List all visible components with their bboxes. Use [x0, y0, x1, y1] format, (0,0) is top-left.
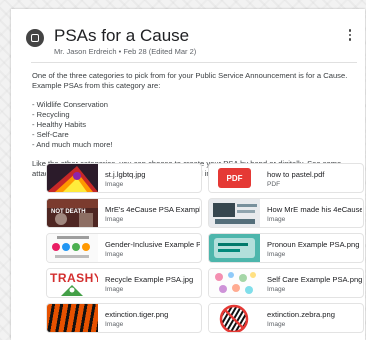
attachment-card[interactable]: extinction.tiger.png Image [46, 303, 202, 333]
image-thumbnail: TRASHY [47, 269, 98, 297]
attachment-type: Image [105, 321, 124, 328]
post-card: PSAs for a Cause Mr. Jason Erdreich • Fe… [11, 9, 365, 340]
attachment-card[interactable]: Gender-Inclusive Example P... Image [46, 233, 202, 263]
attachment-card[interactable]: Self Care Example PSA.png Image [208, 268, 364, 298]
attachment-card[interactable]: extinction.zebra.png Image [208, 303, 364, 333]
list-item: - Wildlife Conservation [32, 100, 108, 109]
attachment-card[interactable]: NOT DEATH MrE's 4eCause PSA Example... I… [46, 198, 202, 228]
image-thumbnail [209, 304, 260, 332]
thumbnail-text: NOT DEATH [51, 209, 86, 215]
attachment-type: PDF [267, 181, 281, 188]
attachment-name: Recycle Example PSA.jpg [105, 275, 194, 284]
attachment-name: Pronoun Example PSA.png [267, 240, 360, 249]
attachment-type: Image [105, 181, 124, 188]
attachment-name: MrE's 4eCause PSA Example... [105, 205, 200, 214]
attachment-card[interactable]: Pronoun Example PSA.png Image [208, 233, 364, 263]
image-thumbnail [47, 234, 98, 262]
list-item: - And much much more! [32, 140, 113, 149]
attachment-type: Image [267, 321, 286, 328]
attachment-type: Image [105, 286, 124, 293]
attachment-name: extinction.tiger.png [105, 310, 169, 319]
image-thumbnail [209, 199, 260, 227]
attachment-card[interactable]: PDF how to pastel.pdf PDF [208, 163, 364, 193]
attachment-name: Gender-Inclusive Example P... [105, 240, 200, 249]
list-item: - Self-Care [32, 130, 69, 139]
attachment-name: Self Care Example PSA.png [267, 275, 362, 284]
list-item: - Recycling [32, 110, 70, 119]
attachment-name: How MrE made his 4eCause ... [267, 205, 362, 214]
attachment-name: how to pastel.pdf [267, 170, 325, 179]
attachment-type: Image [267, 251, 286, 258]
attachment-card[interactable]: TRASHY Recycle Example PSA.jpg Image [46, 268, 202, 298]
attachment-type: Image [105, 251, 124, 258]
attachment-name: st.j.lgbtq.jpg [105, 170, 146, 179]
list-item: - Healthy Habits [32, 120, 87, 129]
attachment-type: Image [267, 286, 286, 293]
image-thumbnail: NOT DEATH [47, 199, 98, 227]
post-paragraph: One of the three categories to pick from… [32, 71, 348, 90]
attachment-type: Image [267, 216, 286, 223]
attachment-card[interactable]: st.j.lgbtq.jpg Image [46, 163, 202, 193]
image-thumbnail [209, 269, 260, 297]
post-byline: Mr. Jason Erdreich • Feb 28 (Edited Mar … [54, 47, 197, 56]
attachment-card[interactable]: How MrE made his 4eCause ... Image [208, 198, 364, 228]
attachment-name: extinction.zebra.png [267, 310, 335, 319]
pdf-icon: PDF [218, 168, 251, 188]
image-thumbnail [209, 234, 260, 262]
pdf-thumbnail: PDF [209, 164, 260, 192]
image-thumbnail [47, 164, 98, 192]
more-options-icon[interactable] [343, 28, 357, 42]
post-title: PSAs for a Cause [54, 26, 190, 45]
image-thumbnail [47, 304, 98, 332]
divider [31, 62, 357, 63]
attachment-type: Image [105, 216, 124, 223]
assignment-icon [26, 29, 44, 47]
